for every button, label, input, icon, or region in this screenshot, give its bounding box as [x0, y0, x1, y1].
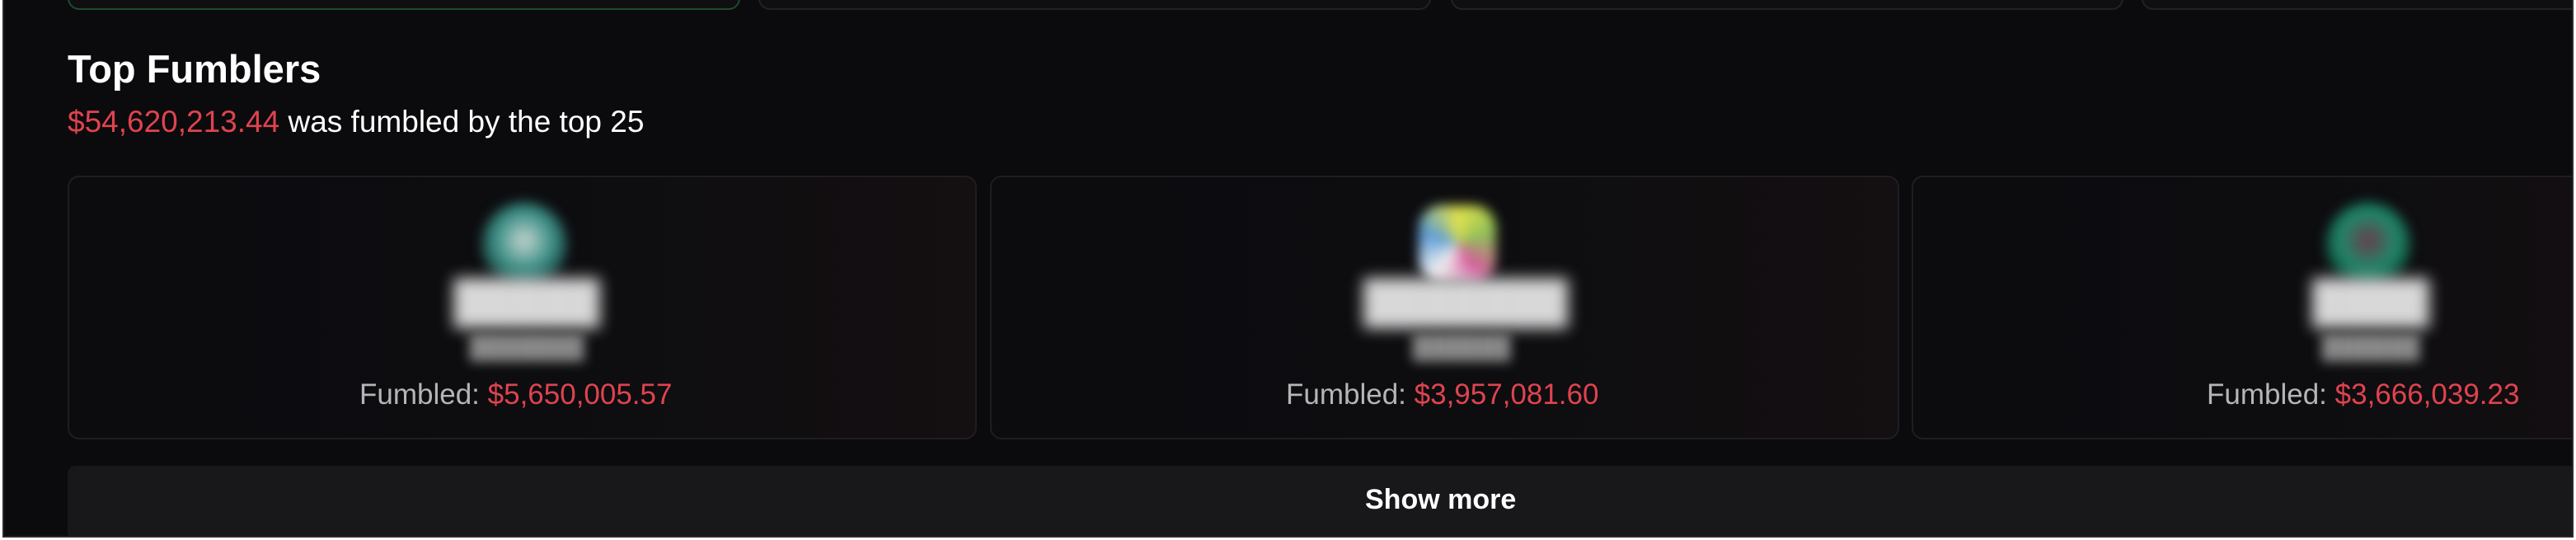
fumbled-amount: $3,666,039.23 [2334, 378, 2520, 411]
fumbled-label: Fumbled: [2207, 378, 2327, 411]
fumbled-label: Fumbled: [359, 378, 480, 411]
fumbler-card[interactable]: █████ ███████ Fumbled: $5,650,005.57 [68, 176, 977, 439]
previous-row-card[interactable] [2142, 0, 2572, 10]
fumbled-amount-text: Fumbled: $5,650,005.57 [359, 377, 672, 413]
fumbled-amount: $5,650,005.57 [487, 378, 673, 411]
avatar [1419, 205, 1496, 283]
avatar [481, 202, 567, 288]
top-fumblers-panel: Top Fumblers $54,620,213.44 was fumbled … [2, 0, 2574, 538]
fumbled-amount-text: Fumbled: $3,666,039.23 [2207, 377, 2519, 413]
fumbled-label: Fumbled: [1286, 378, 1406, 411]
redacted-address: ██████ [2321, 334, 2420, 359]
redacted-address: ██████ [1412, 334, 1511, 359]
redacted-address: ███████ [469, 334, 584, 359]
previous-row-card[interactable] [68, 0, 740, 10]
redacted-username: █████ [453, 279, 600, 325]
show-more-label: Show more [1365, 484, 1517, 515]
section-title: Top Fumblers [68, 47, 321, 91]
fumbler-card[interactable]: ███████ ██████ Fumbled: $3,957,081.60 [990, 176, 1899, 439]
fumbler-card[interactable]: ████ ██████ Fumbled: $3,666,039.23 [1912, 176, 2572, 439]
redacted-username: ████ [2312, 279, 2429, 325]
previous-row-card[interactable] [1451, 0, 2123, 10]
redacted-username: ███████ [1363, 279, 1568, 325]
total-fumbled-amount: $54,620,213.44 [68, 105, 280, 139]
fumbled-amount: $3,957,081.60 [1414, 378, 1599, 411]
show-more-button[interactable]: Show more [68, 466, 2572, 536]
previous-row-card[interactable] [758, 0, 1431, 10]
avatar [2325, 202, 2411, 288]
fumbled-amount-text: Fumbled: $3,957,081.60 [1286, 377, 1598, 413]
section-subtitle: $54,620,213.44 was fumbled by the top 25 [68, 102, 644, 142]
total-fumbled-suffix: was fumbled by the top 25 [288, 105, 645, 139]
